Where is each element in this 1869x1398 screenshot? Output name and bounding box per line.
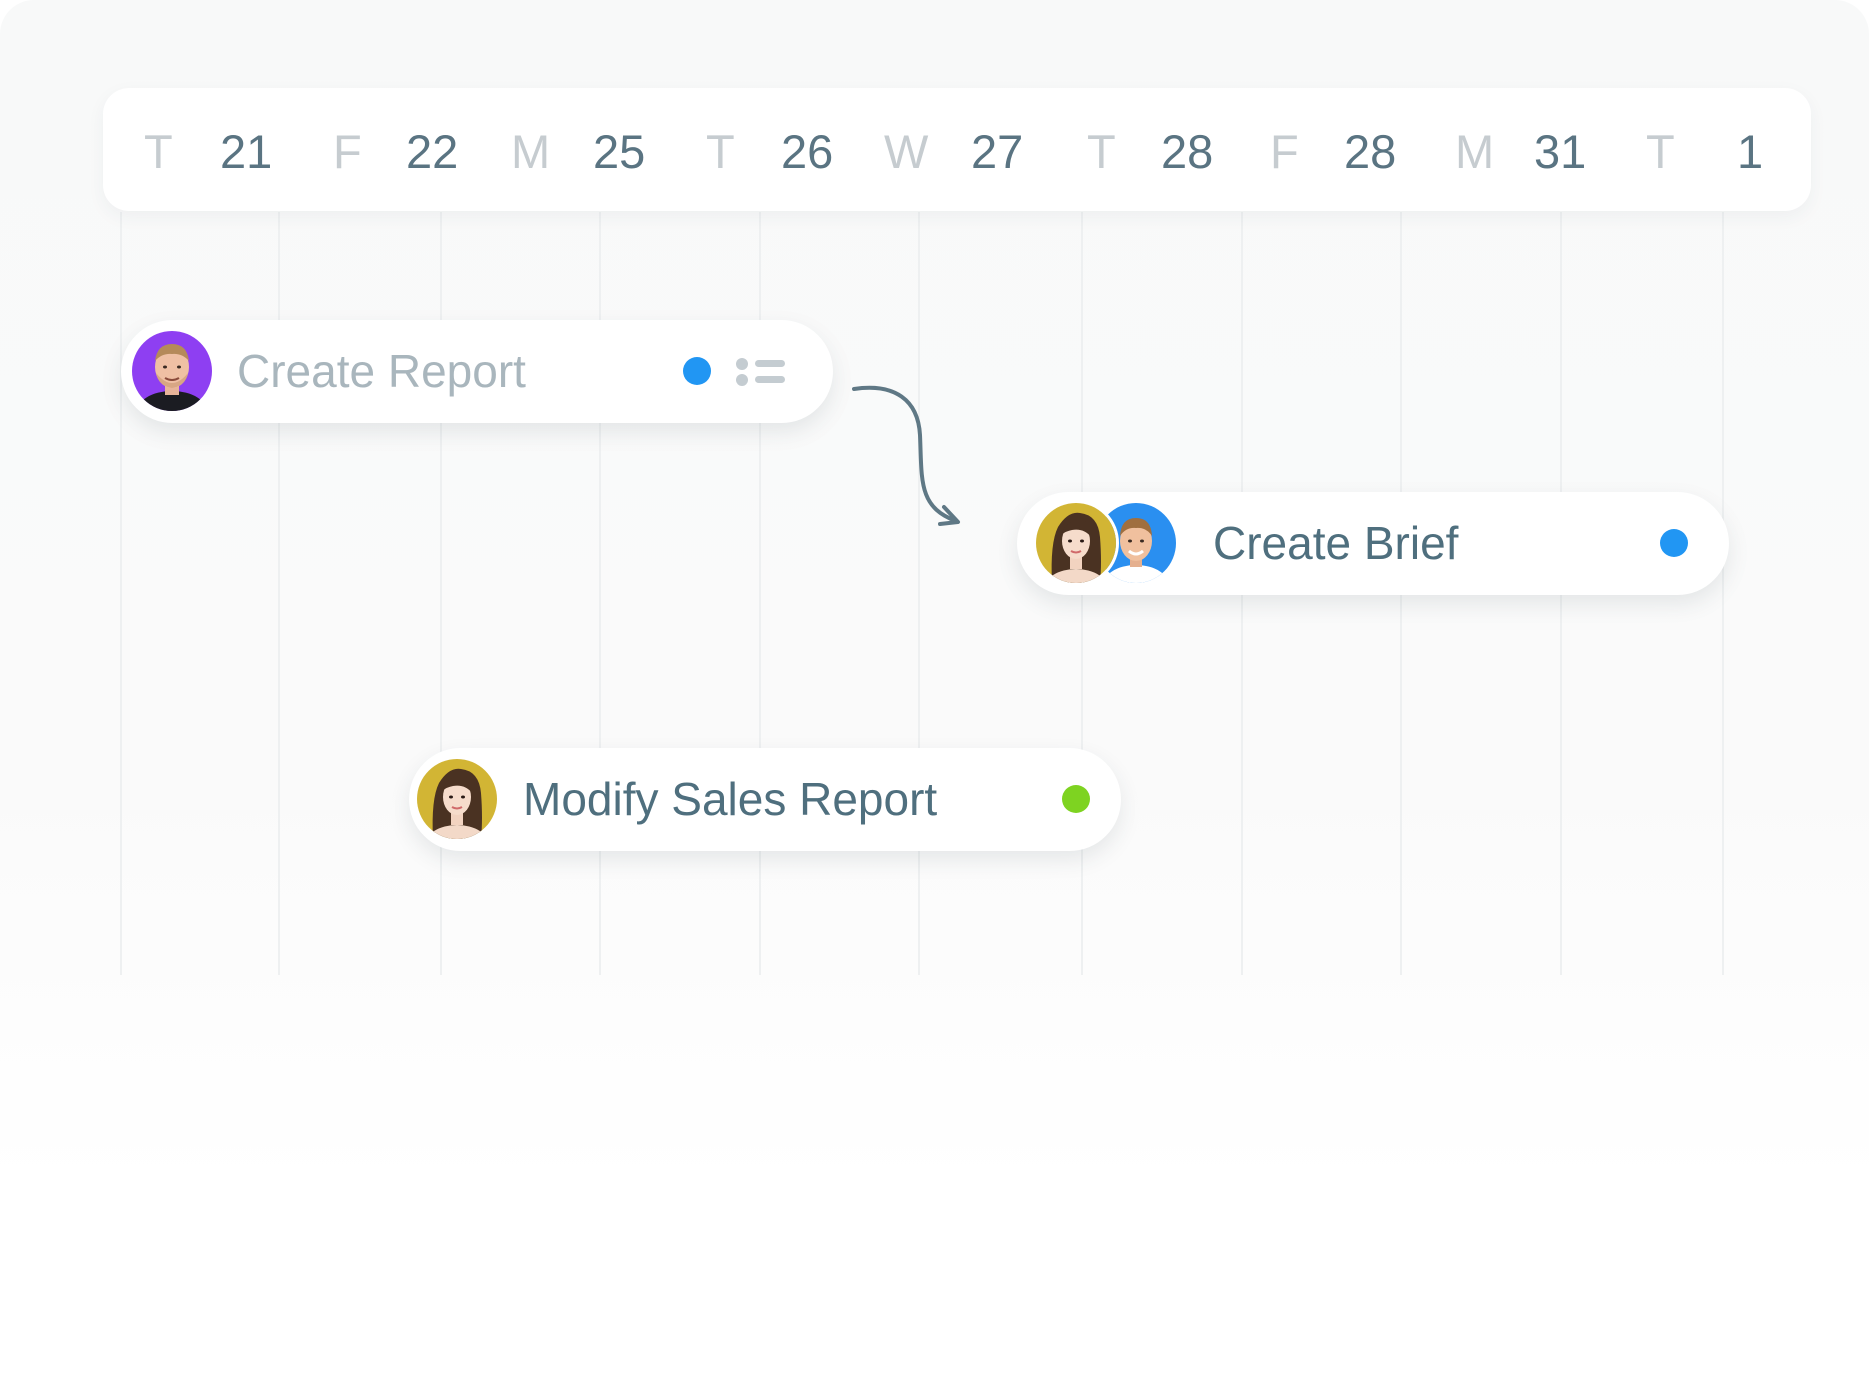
weekday-label: T [1646, 125, 1675, 178]
curved-arrow-icon [852, 385, 960, 526]
task-label: Create Brief [1213, 517, 1459, 569]
day-number[interactable]: 28 [1344, 88, 1396, 211]
day-number[interactable]: 22 [406, 88, 458, 211]
task-label: Create Report [237, 345, 526, 397]
avatar-woman-portrait [417, 759, 497, 839]
status-dot [1660, 529, 1688, 557]
day-number[interactable]: 26 [781, 88, 833, 211]
day-number[interactable]: 1 [1737, 88, 1763, 211]
list-icon[interactable] [735, 357, 787, 387]
weekday-label: T [1087, 125, 1116, 178]
timeline-canvas: T 21 F 22 M 25 T 26 W 27 T 28 F 28 M 31 … [0, 0, 1869, 1398]
task-create-report[interactable]: Create Report [121, 320, 833, 423]
task-modify-sales-report[interactable]: Modify Sales Report [409, 748, 1121, 851]
weekday-label: F [333, 125, 362, 178]
grid-line [120, 212, 122, 975]
avatar [414, 756, 500, 842]
weekday-label: M [1455, 125, 1495, 178]
day-number[interactable]: 21 [220, 88, 272, 211]
avatar [129, 328, 215, 414]
avatar [1033, 500, 1119, 586]
weekday-label: T [144, 125, 173, 178]
day-number[interactable]: 31 [1534, 88, 1586, 211]
status-dot [1062, 785, 1090, 813]
weekday-label: F [1270, 125, 1299, 178]
status-dot [683, 357, 711, 385]
weekday-label: T [706, 125, 735, 178]
weekday-label: W [884, 125, 929, 178]
date-header: T 21 F 22 M 25 T 26 W 27 T 28 F 28 M 31 … [103, 88, 1811, 211]
weekday-label: M [511, 125, 551, 178]
day-number[interactable]: 28 [1161, 88, 1213, 211]
day-number[interactable]: 25 [593, 88, 645, 211]
task-label: Modify Sales Report [523, 773, 938, 825]
task-create-brief[interactable]: Create Brief [1017, 492, 1729, 595]
grid-line [1722, 212, 1724, 975]
avatar-man-portrait [132, 331, 212, 411]
day-number[interactable]: 27 [971, 88, 1023, 211]
grid-line [918, 212, 920, 975]
avatar-woman-portrait [1036, 503, 1116, 583]
